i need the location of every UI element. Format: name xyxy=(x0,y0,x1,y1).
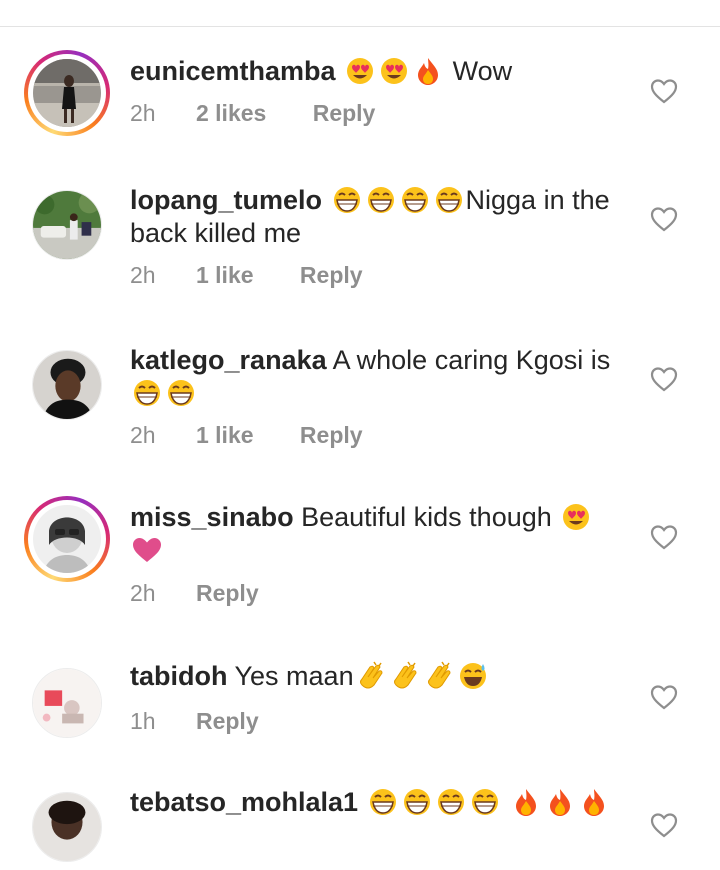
heart-eyes-emoji xyxy=(343,56,377,86)
comment-time: 1h xyxy=(130,708,156,734)
comment-text: miss_sinabo Beautiful kids though xyxy=(130,501,630,567)
top-divider xyxy=(0,0,720,27)
comment-meta: 1h Reply xyxy=(130,708,259,735)
likes-count[interactable]: 1 like xyxy=(196,262,254,289)
avatar[interactable] xyxy=(24,342,110,428)
comment-meta: 2h 1 like Reply xyxy=(130,262,363,289)
comment-body: Beautiful kids though xyxy=(301,502,552,532)
comment-username[interactable]: tebatso_mohlala1 xyxy=(130,787,358,817)
comment-username[interactable]: katlego_ranaka xyxy=(130,345,327,375)
heart-outline-icon[interactable] xyxy=(650,78,678,104)
avatar[interactable] xyxy=(24,50,110,136)
clap-emoji xyxy=(388,661,422,691)
comment-text: katlego_ranaka A whole caring Kgosi is xyxy=(130,344,630,410)
reply-button[interactable]: Reply xyxy=(313,100,376,127)
fire-emoji xyxy=(509,787,543,817)
avatar-photo xyxy=(32,350,102,420)
grin-emoji xyxy=(432,185,466,215)
comment-text: tebatso_mohlala1 xyxy=(130,786,720,819)
likes-count[interactable]: 1 like xyxy=(196,422,254,449)
comment-meta: 2h 2 likes Reply xyxy=(130,100,375,127)
comment-meta: 2h 1 like Reply xyxy=(130,422,363,449)
grin-emoji xyxy=(398,185,432,215)
reply-button[interactable]: Reply xyxy=(300,422,363,449)
heart-eyes-emoji xyxy=(377,56,411,86)
likes-count[interactable]: 2 likes xyxy=(196,100,266,127)
heart-outline-icon[interactable] xyxy=(650,812,678,838)
avatar[interactable] xyxy=(24,784,110,870)
heart-outline-icon[interactable] xyxy=(650,684,678,710)
heart-eyes-emoji xyxy=(559,502,593,532)
grin-emoji xyxy=(330,185,364,215)
comment-body: Wow xyxy=(445,56,513,86)
avatar[interactable] xyxy=(24,660,110,746)
avatar-photo xyxy=(32,668,102,738)
avatar-photo xyxy=(32,190,102,260)
heart-outline-icon[interactable] xyxy=(650,524,678,550)
avatar-photo xyxy=(32,792,102,862)
comment-time: 2h xyxy=(130,100,156,126)
comment-time: 2h xyxy=(130,262,156,288)
heart-outline-icon[interactable] xyxy=(650,366,678,392)
avatar-photo xyxy=(33,59,101,127)
comment-meta: 2h Reply xyxy=(130,580,259,607)
grin-emoji xyxy=(364,185,398,215)
fire-emoji xyxy=(577,787,611,817)
comment-body: Yes maan xyxy=(234,661,354,691)
avatar[interactable] xyxy=(24,182,110,268)
pink-heart-emoji xyxy=(130,535,164,565)
comment-username[interactable]: lopang_tumelo xyxy=(130,185,322,215)
comment-text: lopang_tumelo Nigga in the back killed m… xyxy=(130,184,630,250)
grin-emoji xyxy=(400,787,434,817)
fire-emoji xyxy=(411,56,445,86)
reply-button[interactable]: Reply xyxy=(300,262,363,289)
comment-username[interactable]: eunicemthamba xyxy=(130,56,336,86)
sweat-smile-emoji xyxy=(456,661,490,691)
comment-text: eunicemthamba Wow xyxy=(130,55,630,88)
reply-button[interactable]: Reply xyxy=(196,708,259,735)
heart-outline-icon[interactable] xyxy=(650,206,678,232)
fire-emoji xyxy=(543,787,577,817)
comment-time: 2h xyxy=(130,580,156,606)
reply-button[interactable]: Reply xyxy=(196,580,259,607)
comment-body: A whole caring Kgosi is xyxy=(332,345,611,375)
comment-username[interactable]: tabidoh xyxy=(130,661,227,691)
clap-emoji xyxy=(422,661,456,691)
grin-emoji xyxy=(366,787,400,817)
comment-username[interactable]: miss_sinabo xyxy=(130,502,294,532)
avatar-photo xyxy=(33,505,101,573)
avatar[interactable] xyxy=(24,496,110,582)
clap-emoji xyxy=(354,661,388,691)
comment-time: 2h xyxy=(130,422,156,448)
grin-emoji xyxy=(434,787,468,817)
grin-emoji xyxy=(164,378,198,408)
comment-text: tabidoh Yes maan xyxy=(130,660,630,693)
grin-emoji xyxy=(130,378,164,408)
grin-emoji xyxy=(468,787,502,817)
